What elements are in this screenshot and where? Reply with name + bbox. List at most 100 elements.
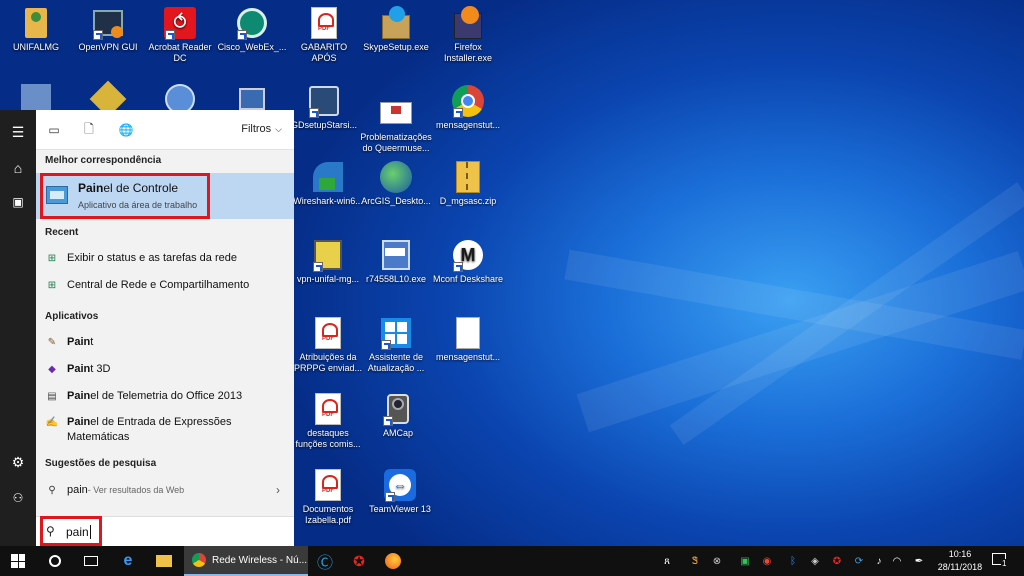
chrome-icon	[451, 84, 485, 118]
clock-time: 10:16	[948, 549, 972, 559]
desktop-icon-arcgis[interactable]: ArcGIS_Deskto...	[360, 160, 432, 207]
app-item-paint-3d[interactable]: ◆ Paint 3D	[36, 356, 294, 382]
taskbar-app-red[interactable]: ✪	[344, 546, 374, 576]
app-item-label: Paint	[67, 336, 94, 348]
app-item-office-telemetry[interactable]: ▤ Painel de Telemetria do Office 2013	[36, 383, 294, 409]
wireshark-icon	[311, 160, 345, 194]
desktop-icon-gdsetup[interactable]: GDsetupStarsi...	[288, 84, 360, 131]
cortana-circle-icon	[49, 555, 61, 567]
desktop-icon-assistente[interactable]: Assistente de Atualização ...	[360, 316, 432, 374]
pen-icon[interactable]: ✒	[912, 554, 926, 568]
tray-app-icon-3[interactable]: ▣	[738, 554, 752, 568]
search-filter-bar: ▭ 🗋 🌐 Filtros ⌵	[36, 110, 294, 150]
desktop-icon-unifalmg[interactable]: UNIFALMG	[0, 6, 72, 53]
recent-item-network-center[interactable]: ⊞ Central de Rede e Compartilhamento	[36, 272, 294, 298]
firefox-installer-icon	[451, 6, 485, 40]
recent-item-label: Exibir o status e as tarefas da rede	[67, 252, 237, 264]
taskbar-ccleaner[interactable]: Ⓒ	[310, 546, 340, 576]
firefox-icon	[385, 553, 401, 569]
tray-app-icon-2[interactable]: ⊗	[710, 554, 724, 568]
tray-app-icon-4[interactable]: ◉	[760, 554, 774, 568]
annotation-search-box	[40, 516, 102, 546]
network-icon: ⊞	[47, 252, 57, 264]
red-badge-icon: ✪	[353, 552, 365, 569]
desktop-icon-atribuicoes[interactable]: PDF Atribuições da PRPPG enviad...	[292, 316, 364, 374]
app-item-label: Painel de Telemetria do Office 2013	[67, 390, 243, 402]
desktop-icon-webex[interactable]: Cisco_WebEx_...	[216, 6, 288, 53]
settings-gear-icon[interactable]: ⚙	[0, 444, 36, 480]
app-item-math-input[interactable]: ✍ Painel de Entrada de Expressões Matemá…	[36, 411, 294, 445]
camera-icon	[381, 392, 415, 426]
suggestion-term: pain	[67, 484, 88, 496]
action-center-button[interactable]: 1	[992, 553, 1010, 569]
clock[interactable]: 10:16 28/11/2018	[932, 548, 988, 574]
chevron-down-icon: ⌵	[275, 123, 282, 134]
desktop-icon-problematizacoes[interactable]: Problematizações do Queermuse...	[360, 96, 432, 154]
documents-filter-icon[interactable]: 🗋	[81, 122, 97, 138]
active-window-title: Rede Wireless - Nú...	[212, 554, 308, 566]
tray-app-icon-5[interactable]: ◈	[808, 554, 822, 568]
chevron-right-icon[interactable]: ›	[276, 483, 280, 497]
taskbar-edge[interactable]: e	[112, 546, 144, 576]
desktop-icon-firefox-installer[interactable]: Firefox Installer.exe	[432, 6, 504, 64]
gdsetup-icon	[307, 84, 341, 118]
filters-dropdown[interactable]: Filtros ⌵	[241, 123, 282, 135]
apps-header: Aplicativos	[45, 311, 99, 322]
setup-icon	[379, 238, 413, 272]
tray-app-icon-6[interactable]: ✪	[830, 554, 844, 568]
desktop-icon-d-mgsasc[interactable]: D_mgsasc.zip	[432, 160, 504, 207]
tray-app-icon-7[interactable]: ⟳	[852, 554, 866, 568]
pdf-file-icon: PDF	[311, 392, 345, 426]
annotation-highlight-box	[40, 173, 210, 219]
desktop-icon-mconf[interactable]: M Mconf Deskshare	[432, 238, 504, 285]
desktop-icon-vpn-unifal[interactable]: vpn-unifal-mg...	[292, 238, 364, 285]
hamburger-menu-icon[interactable]: ☰	[0, 114, 36, 150]
desktop-icon-wireshark[interactable]: Wireshark-win6...	[292, 160, 364, 207]
mconf-icon: M	[451, 238, 485, 272]
taskbar-firefox[interactable]	[378, 546, 408, 576]
windows-logo-icon	[11, 554, 25, 568]
wallpaper-ray	[669, 182, 1024, 446]
people-icon[interactable]: ጸ	[660, 554, 674, 568]
desktop-icon-openvpn[interactable]: OpenVPN GUI	[72, 6, 144, 53]
web-filter-icon[interactable]: 🌐	[118, 122, 134, 138]
app-item-paint[interactable]: ✎ Paint	[36, 329, 294, 355]
search-icon: ⚲	[48, 484, 56, 496]
desktop-icon-teamviewer[interactable]: ⇔ TeamViewer 13	[364, 468, 436, 515]
globe-icon	[379, 160, 413, 194]
start-button[interactable]	[0, 546, 36, 576]
taskbar-file-explorer[interactable]	[148, 546, 180, 576]
home-icon[interactable]: ⌂	[0, 150, 36, 186]
desktop-icon-acrobat[interactable]: ⥀ Acrobat Reader DC	[144, 6, 216, 64]
webex-icon	[235, 6, 269, 40]
feedback-icon[interactable]: ⚇	[0, 480, 36, 516]
user-folder-icon	[19, 6, 53, 40]
desktop-icon-destaques[interactable]: PDF destaques funções comis...	[292, 392, 364, 450]
math-input-icon: ✍	[45, 416, 59, 428]
vpn-installer-icon	[311, 238, 345, 272]
desktop-icon-mensagenstut-2[interactable]: mensagenstut...	[432, 316, 504, 363]
desktop-icon-amcap[interactable]: AMCap	[362, 392, 434, 439]
task-view-button[interactable]	[74, 546, 108, 576]
cortana-button[interactable]	[38, 546, 72, 576]
text-file-icon	[451, 316, 485, 350]
zip-folder-icon	[451, 160, 485, 194]
start-menu-rail: ☰ ⌂ ▣ ⚙ ⚇	[0, 110, 36, 546]
volume-icon[interactable]: ♪	[872, 554, 886, 568]
taskbar-chrome-window[interactable]: Rede Wireless - Nú...	[184, 546, 308, 576]
desktop-icon-r74558l10[interactable]: r74558L10.exe	[360, 238, 432, 285]
paint-icon: ✎	[47, 336, 57, 348]
desktop-icon-mensagenstut-1[interactable]: mensagenstut...	[432, 84, 504, 131]
notebook-icon[interactable]: ▣	[0, 184, 36, 220]
teamviewer-icon: ⇔	[383, 468, 417, 502]
desktop-icon-documentos-izabella[interactable]: PDF Documentos Izabella.pdf	[292, 468, 364, 526]
chrome-icon	[192, 553, 206, 567]
tray-app-icon-1[interactable]: Ꮥ	[688, 554, 702, 568]
recent-item-network-status[interactable]: ⊞ Exibir o status e as tarefas da rede	[36, 245, 294, 271]
bluetooth-icon[interactable]: ᛒ	[786, 554, 800, 568]
apps-filter-icon[interactable]: ▭	[46, 122, 62, 138]
desktop-icon-skype-setup[interactable]: SkypeSetup.exe	[360, 6, 432, 53]
wifi-icon[interactable]: ◠	[890, 554, 904, 568]
desktop-icon-gabarito[interactable]: PDF GABARITO APÓS RECURSOS - Jo...	[288, 6, 360, 64]
web-suggestion-item[interactable]: ⚲ pain - Ver resultados da Web ›	[36, 477, 294, 503]
